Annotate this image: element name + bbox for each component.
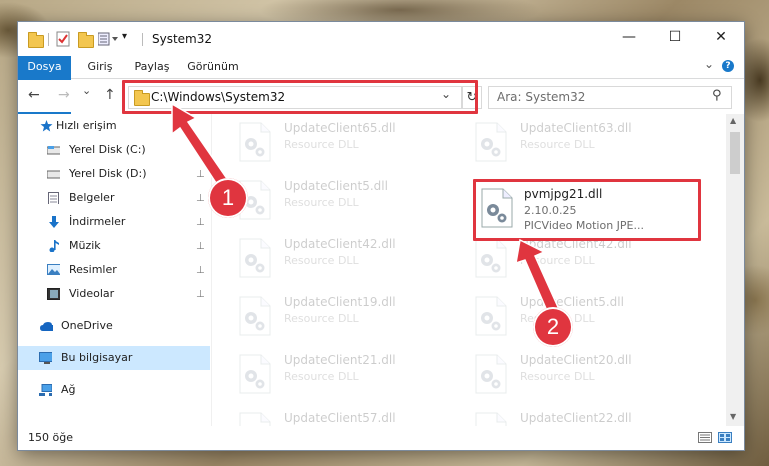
- step-badge-1: 1: [208, 178, 248, 218]
- annotation-arrows: [171, 102, 564, 321]
- step-badge-2: 2: [533, 307, 573, 347]
